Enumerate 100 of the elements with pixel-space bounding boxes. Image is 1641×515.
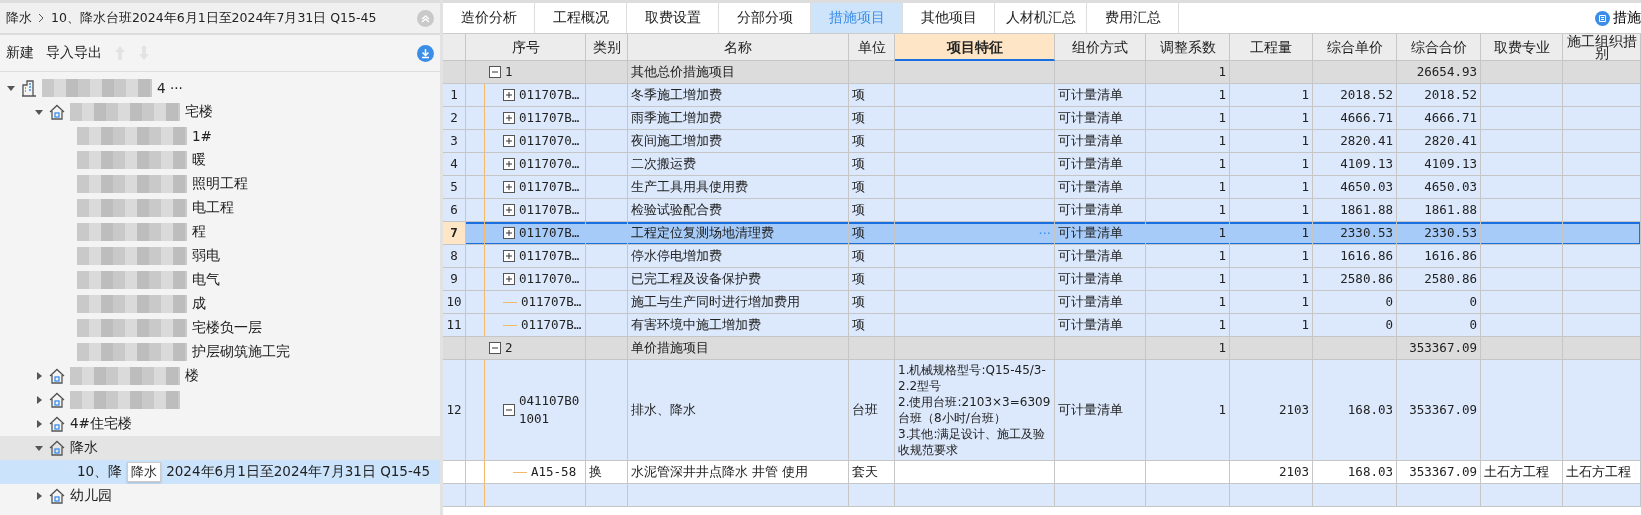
table-cell: 1861.88	[1340, 201, 1393, 219]
expand-box-icon[interactable]	[503, 204, 515, 216]
collapsed-caret-icon[interactable]	[34, 419, 44, 429]
expand-box-icon[interactable]	[503, 227, 515, 239]
collapsed-caret-icon[interactable]	[34, 371, 44, 381]
tree-item[interactable]: 照明工程	[0, 172, 440, 196]
tree-item-label: 降水	[70, 439, 98, 457]
table-row[interactable]: 4 0117070… 二次搬运费 项 可计量清单 1 1 4109.13 4109.13	[443, 153, 1641, 176]
table-row[interactable]: 2 单价措施项目 1 353367.09	[443, 337, 1641, 360]
table-cell: 1	[1301, 201, 1309, 219]
table-cell: 停水停电增加费	[631, 248, 722, 264]
item-code: 2	[505, 339, 513, 357]
table-row[interactable]: 2 011707B… 雨季施工增加费 项 可计量清单 1 1 4666.71 4666.71	[443, 107, 1641, 130]
tree-item[interactable]: 暖	[0, 148, 440, 172]
collapsed-caret-icon[interactable]	[34, 395, 44, 405]
table-cell: 施工与生产同时进行增加费用	[631, 294, 800, 310]
table-cell: 可计量清单	[1058, 317, 1123, 333]
table-cell: 3	[450, 132, 458, 150]
tree-item[interactable]: 宅楼负一层	[0, 316, 440, 340]
table-cell: 1	[1218, 293, 1226, 311]
tree-item[interactable]: 4#住宅楼	[0, 412, 440, 436]
table-row[interactable]: 8 011707B… 停水停电增加费 项 可计量清单 1 1 1616.86 1616.86	[443, 245, 1641, 268]
table-cell: 可计量清单	[1058, 402, 1123, 418]
expand-box-icon[interactable]	[503, 112, 515, 124]
tree-item[interactable]: 幼儿园	[0, 484, 440, 508]
tree-item-label: 1#	[192, 128, 212, 144]
table-cell: 可计量清单	[1058, 110, 1123, 126]
table-cell: 1	[1218, 109, 1226, 127]
table-cell: 2820.41	[1340, 132, 1393, 150]
table-cell: 0	[1385, 293, 1393, 311]
table-cell: 1616.86	[1340, 247, 1393, 265]
expanded-caret-icon[interactable]	[6, 83, 16, 93]
collapsed-caret-icon[interactable]	[34, 491, 44, 501]
tree-item[interactable]: 4 ···	[0, 76, 440, 100]
collapse-box-icon[interactable]	[489, 342, 501, 354]
table-cell: 有害环境中施工增加费	[631, 317, 761, 333]
table-cell: 1861.88	[1424, 201, 1477, 219]
table-cell	[586, 484, 628, 507]
tree-item[interactable]: 10、降 降水 2024年6月1日至2024年7月31日 Q15-45	[0, 460, 440, 484]
table-row[interactable]: 5 011707B… 生产工具用具使用费 项 可计量清单 1 1 4650.03 4650.03	[443, 176, 1641, 199]
template-button[interactable]: 措施	[1589, 3, 1641, 33]
table-cell: 4666.71	[1340, 109, 1393, 127]
table-cell: 7	[450, 224, 458, 242]
tree-item[interactable]: 宅楼	[0, 100, 440, 124]
tree-item[interactable]: 楼	[0, 364, 440, 388]
tree-item-label: 4#住宅楼	[70, 415, 132, 433]
expand-box-icon[interactable]	[503, 273, 515, 285]
column-header[interactable]: 项目特征	[895, 34, 1055, 61]
table-cell: 26654.93	[1416, 63, 1477, 81]
collapse-box-icon[interactable]	[489, 66, 501, 78]
item-code: 011707B…	[519, 224, 580, 242]
table-cell: 项	[852, 317, 865, 333]
table-cell: 1	[1218, 86, 1226, 104]
tree-item[interactable]: 电工程	[0, 196, 440, 220]
expand-box-icon[interactable]	[503, 89, 515, 101]
table-row[interactable]: 7 011707B… 工程定位复测场地清理费 项 ··· 可计量清单 1 1 2330.53 2330.53	[443, 222, 1641, 245]
table-row[interactable]: 1 011707B… 冬季施工增加费 项 可计量清单 1 1 2018.52 2018.52	[443, 84, 1641, 107]
table-cell: 1	[1218, 201, 1226, 219]
building-icon	[21, 79, 37, 97]
table-row[interactable]: A15-58 换 水泥管深井井点降水 井管 使用 套天 2103 168.03 353367.09 土石方工程 土石方工程	[443, 461, 1641, 484]
tree-item[interactable]: 降水	[0, 436, 440, 460]
tree-item[interactable]: 1#	[0, 124, 440, 148]
expand-box-icon[interactable]	[503, 135, 515, 147]
breadcrumb-item[interactable]: 10、降水台班2024年6月1日至2024年7月31日 Q15-45	[51, 9, 377, 27]
table-row[interactable]: 3 0117070… 夜间施工增加费 项 可计量清单 1 1 2820.41 2820.41	[443, 130, 1641, 153]
expand-box-icon[interactable]	[503, 158, 515, 170]
toolbar-button[interactable]: 导入导出	[46, 44, 102, 62]
table-cell: 单价措施项目	[631, 340, 709, 356]
table-cell: 0	[1469, 293, 1477, 311]
table-row[interactable]: 9 0117070… 已完工程及设备保护费 项 可计量清单 1 1 2580.86 2580.86	[443, 268, 1641, 291]
table-cell: 水泥管深井井点降水 井管 使用	[631, 464, 809, 480]
table-cell: 2103	[1278, 463, 1309, 481]
tree-item[interactable]: 成	[0, 292, 440, 316]
table-cell: 9	[450, 270, 458, 288]
expand-box-icon[interactable]	[503, 181, 515, 193]
tree-item[interactable]: 弱电	[0, 244, 440, 268]
breadcrumb-item[interactable]: 降水	[6, 9, 32, 27]
table-cell: 台班	[852, 402, 878, 418]
table-cell: 2330.53	[1340, 224, 1393, 242]
table-cell: 可计量清单	[1058, 179, 1123, 195]
table-cell: 12	[446, 401, 462, 419]
tree-item-label: 护层砌筑施工完	[192, 343, 290, 361]
table-row[interactable]: 6 011707B… 检验试验配合费 项 可计量清单 1 1 1861.88 1861.88	[443, 199, 1641, 222]
expanded-caret-icon[interactable]	[34, 443, 44, 453]
table-cell: 353367.09	[1409, 401, 1477, 419]
table-row[interactable]: 1 其他总价措施项目 1 26654.93	[443, 61, 1641, 84]
table-cell: 4	[450, 155, 458, 173]
tree-item[interactable]: 护层砌筑施工完	[0, 340, 440, 364]
table-cell: 项	[852, 110, 865, 126]
collapse-box-icon[interactable]	[503, 404, 515, 416]
item-code: A15-58	[531, 463, 577, 481]
table-row[interactable]: 10 011707B… 施工与生产同时进行增加费用 项 可计量清单 1 1 0 0	[443, 291, 1641, 314]
expand-box-icon[interactable]	[503, 250, 515, 262]
tree-item[interactable]: 电气	[0, 268, 440, 292]
tree-item[interactable]: 程	[0, 220, 440, 244]
toolbar-button[interactable]: 新建	[6, 44, 34, 62]
expanded-caret-icon[interactable]	[34, 107, 44, 117]
download-icon[interactable]	[417, 44, 434, 62]
table-cell: 冬季施工增加费	[631, 87, 722, 103]
table-row[interactable]: 11 011707B… 有害环境中施工增加费 项 可计量清单 1 1 0 0	[443, 314, 1641, 337]
